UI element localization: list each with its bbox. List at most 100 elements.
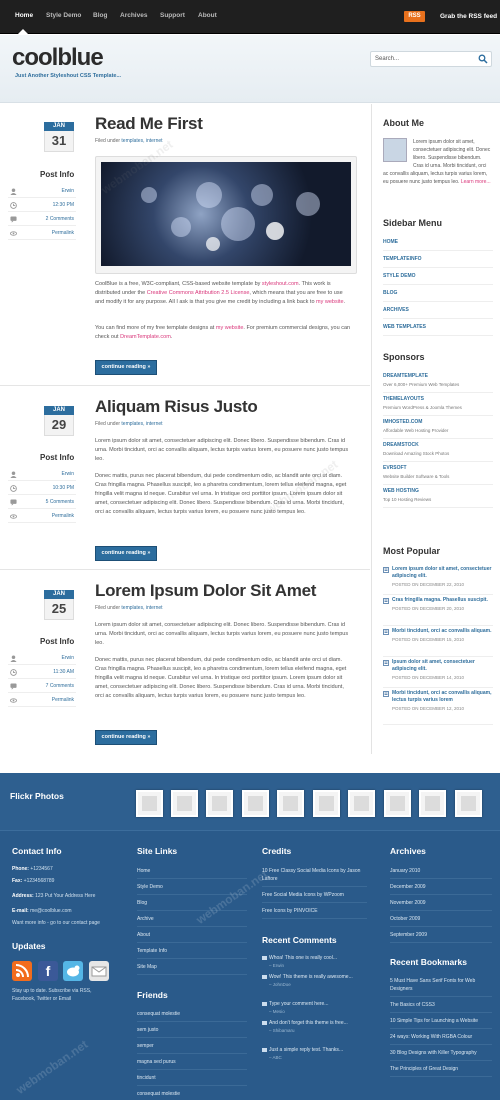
rss-feed-link[interactable]: Grab the RSS feed [440,13,497,20]
bookmark-link[interactable]: 10 Simple Tips for Launching a Website [390,1013,492,1029]
nav-support[interactable]: Support [160,12,185,19]
post-title[interactable]: Read Me First [95,114,203,134]
post-title[interactable]: Lorem Ipsum Dolor Sit Amet [95,581,316,601]
flickr-thumbnail[interactable] [348,790,375,817]
filed-categories[interactable]: templates, internet [121,421,162,427]
popular-item[interactable]: Lorem ipsum dolor sit amet, consectetuer… [383,564,493,595]
flickr-thumbnail[interactable] [242,790,269,817]
email-icon[interactable] [89,961,109,981]
my-website-link[interactable]: my website [216,325,244,331]
bookmark-link[interactable]: 5 Must Have Sans Serif Fonts for Web Des… [390,973,492,997]
comment-text[interactable]: Just a simple reply test. Thanks... [269,1047,343,1053]
sidebar-item-archives[interactable]: ARCHIVES [383,302,493,319]
sponsor-item[interactable]: THEMELAYOUTS Premium WordPress & Joomla T… [383,393,493,416]
archive-link[interactable]: December 2009 [390,879,492,895]
credit-link[interactable]: Free Social Media Icons by WPzoom [262,887,367,903]
archive-link[interactable]: January 2010 [390,863,492,879]
email-value[interactable]: me@coolblue.com [30,908,71,914]
post-permalink-link[interactable]: Permalink [52,513,74,519]
comment-item[interactable]: Whoa! This one is really cool... – Erwin [262,955,364,974]
nav-archives[interactable]: Archives [120,12,147,19]
friend-link[interactable]: consequat molestie [137,1086,247,1100]
site-logo[interactable]: coolblue [12,44,104,72]
sponsor-item[interactable]: DREAMSTOCK Download Amazing Stock Photos [383,439,493,462]
post-title[interactable]: Aliquam Risus Justo [95,397,258,417]
sidebar-item-home[interactable]: HOME [383,234,493,251]
rss-icon[interactable] [12,961,32,981]
sponsor-item[interactable]: WEB HOSTING Top 10 Hosting Reviews [383,485,493,508]
twitter-icon[interactable] [63,961,83,981]
sponsor-name[interactable]: DREAMSTOCK [383,442,493,448]
flickr-thumbnail[interactable] [455,790,482,817]
learn-more-link[interactable]: Learn more... [461,179,491,185]
popular-item[interactable]: Ipsum dolor sit amet, consectetuer adipi… [383,657,493,688]
sidebar-item-templateinfo[interactable]: TEMPLATEINFO [383,251,493,268]
sponsor-item[interactable]: IMHOSTED.COM Affordable Web Hosting Provi… [383,416,493,439]
comment-text[interactable]: Type your comment here... [269,1001,328,1007]
popular-title[interactable]: Cras fringilla magna. Phasellus suscipit… [392,597,493,604]
popular-title[interactable]: Lorem ipsum dolor sit amet, consectetuer… [392,566,493,580]
styleshout-link[interactable]: styleshout.com [262,281,299,287]
flickr-thumbnail[interactable] [277,790,304,817]
sponsor-item[interactable]: DREAMTEMPLATE Over 6,000+ Premium Web Tem… [383,370,493,393]
bookmark-link[interactable]: The Basics of CSS3 [390,997,492,1013]
flickr-thumbnail[interactable] [384,790,411,817]
flickr-thumbnail[interactable] [313,790,340,817]
site-link-style-demo[interactable]: Style Demo [137,879,247,895]
bookmark-link[interactable]: 24 ways: Working With RGBA Colour [390,1029,492,1045]
comment-item[interactable]: Just a simple reply test. Thanks... – ABC [262,1047,364,1066]
nav-style-demo[interactable]: Style Demo [46,12,81,19]
site-link-archive[interactable]: Archive [137,911,247,927]
filed-categories[interactable]: templates, internet [121,138,162,144]
comment-text[interactable]: And don't forget this theme is free... [269,1020,348,1026]
post-comments-link[interactable]: 2 Comments [46,216,74,222]
sponsor-item[interactable]: EVRSOFT Website Builder Software & Tools [383,462,493,485]
comment-text[interactable]: Wow! This theme is really awesome... [269,974,353,980]
post-comments-link[interactable]: 7 Comments [46,683,74,689]
post-permalink-link[interactable]: Permalink [52,697,74,703]
comment-item[interactable]: And don't forget this theme is free... – … [262,1020,364,1047]
dreamtemplate-link[interactable]: DreamTemplate.com [120,334,171,340]
bookmark-link[interactable]: The Principles of Great Design [390,1061,492,1077]
bookmark-link[interactable]: 30 Blog Designs with Killer Typography [390,1045,492,1061]
search-icon[interactable] [478,54,488,64]
post-permalink-link[interactable]: Permalink [52,230,74,236]
flickr-thumbnail[interactable] [206,790,233,817]
sponsor-name[interactable]: THEMELAYOUTS [383,396,493,402]
post-comments-link[interactable]: 5 Comments [46,499,74,505]
flickr-thumbnail[interactable] [136,790,163,817]
friend-link[interactable]: tincidunt [137,1070,247,1086]
my-website-link[interactable]: my website [316,299,344,305]
sidebar-item-style-demo[interactable]: STYLE DEMO [383,268,493,285]
friend-link[interactable]: consequat molestie [137,1006,247,1022]
sponsor-name[interactable]: WEB HOSTING [383,488,493,494]
continue-reading-button[interactable]: continue reading » [95,360,157,375]
license-link[interactable]: Creative Commons Attribution 2.5 License [147,290,250,296]
popular-item[interactable]: Morbi tincidunt, orci ac convallis aliqu… [383,688,493,725]
popular-item[interactable]: Cras fringilla magna. Phasellus suscipit… [383,595,493,626]
credit-link[interactable]: 10 Free Classy Social Media Icons by Jas… [262,863,367,887]
popular-title[interactable]: Morbi tincidunt, orci ac convallis aliqu… [392,628,493,635]
sponsor-name[interactable]: EVRSOFT [383,465,493,471]
credit-link[interactable]: Free Icons by PINVOICE [262,903,367,919]
post-author-name[interactable]: Erwin [61,188,74,194]
post-author-name[interactable]: Erwin [61,471,74,477]
popular-title[interactable]: Morbi tincidunt, orci ac convallis aliqu… [392,690,493,704]
friend-link[interactable]: magna sed purus [137,1054,247,1070]
comment-item[interactable]: Wow! This theme is really awesome... – Jo… [262,974,364,1001]
comment-text[interactable]: Whoa! This one is really cool... [269,955,337,961]
sidebar-item-blog[interactable]: BLOG [383,285,493,302]
archive-link[interactable]: November 2009 [390,895,492,911]
continue-reading-button[interactable]: continue reading » [95,730,157,745]
post-author-name[interactable]: Erwin [61,655,74,661]
site-link-site-map[interactable]: Site Map [137,959,247,975]
search-input[interactable]: Search... [370,51,492,67]
friend-link[interactable]: semper [137,1038,247,1054]
friend-link[interactable]: sem justo [137,1022,247,1038]
sponsor-name[interactable]: IMHOSTED.COM [383,419,493,425]
rss-badge[interactable]: RSS [404,11,425,22]
contact-page-link[interactable]: Want more info - go to our contact page [12,917,122,929]
flickr-thumbnail[interactable] [171,790,198,817]
continue-reading-button[interactable]: continue reading » [95,546,157,561]
flickr-thumbnail[interactable] [419,790,446,817]
